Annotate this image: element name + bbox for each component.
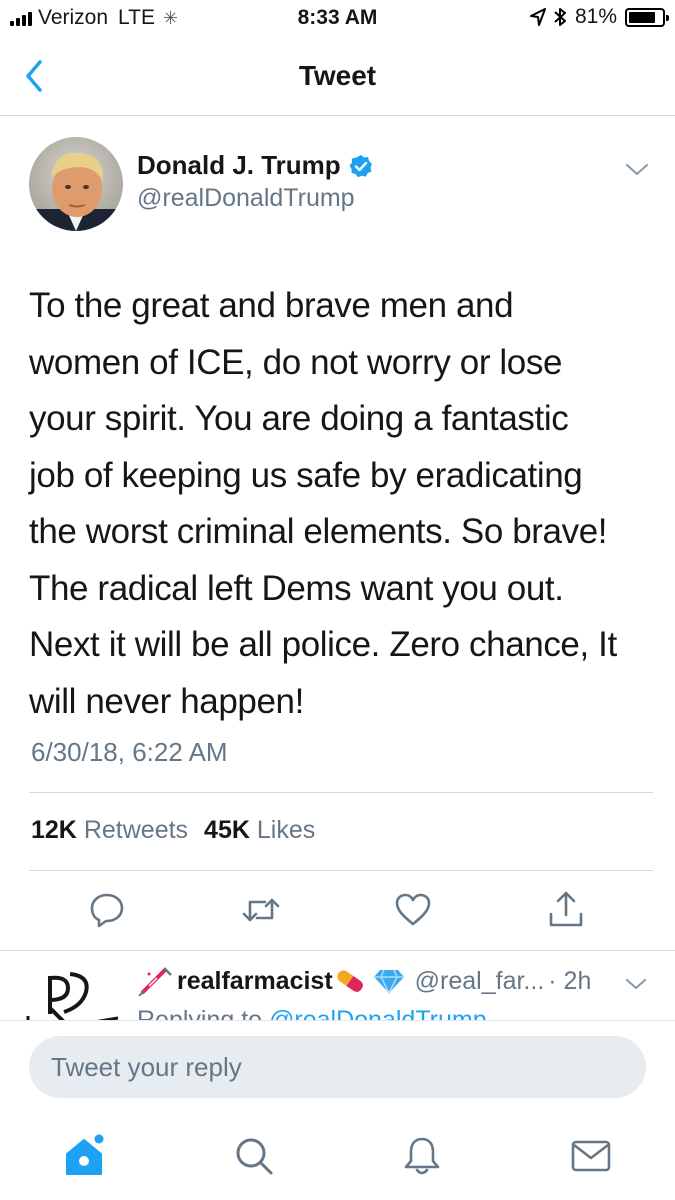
tweet-text-line: The radical left Dems want you out. (29, 568, 564, 608)
pill-emoji-icon (337, 970, 363, 992)
battery-tip (666, 14, 669, 21)
replying-to-prefix: Replying to (137, 1006, 263, 1020)
bluetooth-icon (554, 8, 566, 26)
location-icon (529, 8, 546, 26)
reply-author-name: realfarmacist (177, 966, 333, 995)
like-icon (395, 893, 431, 926)
reply-author-avatar[interactable] (24, 968, 124, 1020)
divider (29, 792, 653, 793)
retweets-stat[interactable]: 12K Retweets (31, 816, 188, 845)
tab-messages[interactable] (569, 1134, 613, 1178)
battery-percent: 81% (574, 5, 617, 28)
author-handle[interactable]: @realDonaldTrump (137, 184, 355, 213)
tab-home[interactable] (62, 1134, 106, 1178)
tweet-timestamp: 6/30/18, 6:22 AM (31, 737, 228, 767)
tweet-text-line: will never happen! (29, 681, 304, 721)
syringe-emoji-icon (138, 967, 172, 996)
battery-level (629, 11, 655, 23)
author-avatar-image (29, 137, 123, 231)
divider (0, 950, 675, 951)
author-avatar[interactable] (29, 137, 123, 231)
share-icon (549, 891, 583, 927)
status-bar: Verizon LTE ✳ 8:33 AM 81% (0, 0, 675, 40)
notifications-icon (404, 1137, 440, 1175)
author-name-row[interactable]: Donald J. Trump (137, 150, 373, 181)
share-button[interactable] (546, 890, 586, 930)
search-icon (236, 1138, 273, 1175)
replying-to-handle[interactable]: @realDonaldTrump (269, 1006, 487, 1020)
verified-badge-icon (349, 154, 372, 177)
author-name: Donald J. Trump (137, 150, 341, 180)
home-icon (66, 1134, 104, 1175)
like-button[interactable] (393, 890, 433, 930)
reply-avatar-logo (26, 972, 119, 1020)
reply-input[interactable] (29, 1036, 646, 1098)
retweets-count: 12K (31, 816, 77, 844)
status-right: 81% (529, 5, 669, 29)
chevron-down-icon (626, 979, 646, 989)
messages-icon (571, 1140, 611, 1172)
likes-stat[interactable]: 45K Likes (204, 816, 315, 845)
tab-search[interactable] (232, 1134, 276, 1178)
page-title: Tweet (298, 60, 377, 91)
tab-notifications[interactable] (400, 1134, 444, 1178)
reply-options-button[interactable] (624, 975, 648, 993)
tweet-text-line: Next it will be all police. Zero chance,… (29, 625, 617, 664)
diamond-emoji-icon (373, 969, 404, 995)
reply-context-clip: Replying to @realDonaldTrump (137, 1004, 637, 1020)
retweet-button[interactable] (241, 890, 281, 930)
chevron-down-icon (626, 164, 648, 175)
tweet-stats: 12K Retweets 45K Likes (31, 816, 315, 845)
reply-button[interactable] (87, 890, 127, 930)
reply-icon (90, 893, 124, 928)
tweet-text-line: the worst criminal elements. So brave! (29, 512, 608, 551)
tweet-text-line: To the great and brave men and (29, 286, 514, 325)
tweet-text-line: job of keeping us safe by eradicating (29, 455, 583, 495)
likes-count: 45K (204, 816, 250, 844)
tweet-text-line: your spirit. You are doing a fantastic (29, 399, 569, 438)
reply-author-handle: @real_far... (414, 966, 545, 995)
navigation-bar: Tweet (0, 40, 675, 116)
reply-time: · 2h (548, 966, 592, 995)
likes-label: Likes (256, 816, 316, 844)
replying-to-line: Replying to @realDonaldTrump (137, 1004, 637, 1020)
tweet-options-button[interactable] (624, 160, 650, 180)
tweet-text-line: women of ICE, do not worry or lose (29, 342, 563, 382)
divider (29, 870, 653, 871)
battery-icon (625, 7, 669, 27)
reply-header[interactable]: realfarmacist @real_far... · 2h (137, 966, 657, 996)
tweet-text: To the great and brave men and women of … (29, 278, 649, 730)
retweet-icon (242, 898, 280, 922)
retweets-label: Retweets (83, 816, 189, 844)
